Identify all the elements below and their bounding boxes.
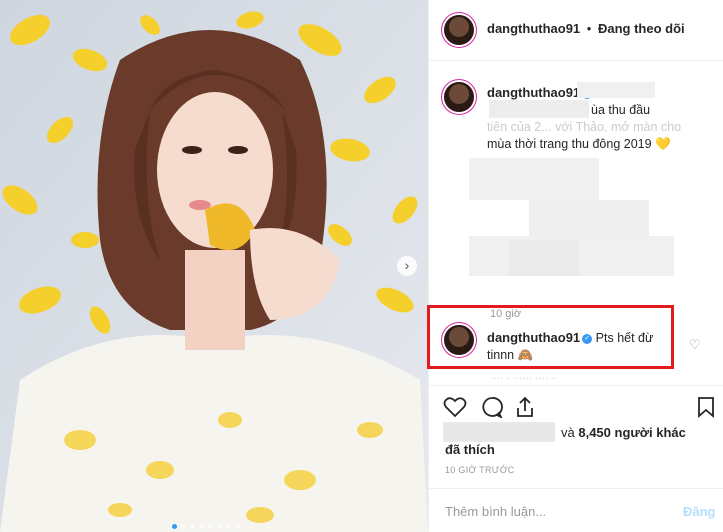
next-image-button[interactable]: › [397,256,417,276]
comment-meta: ···· · ······ ···· ·· [490,373,558,382]
caption-avatar[interactable] [444,82,474,112]
header-separator: • [586,21,592,36]
bookmark-icon[interactable] [697,396,715,418]
caption-text-line3: mùa thời trang thu đông 2019 [487,137,652,151]
likes-count-link[interactable]: 8,450 người khác [578,425,686,440]
carousel-dot [217,524,222,529]
likes-summary: và 8,450 người khác [561,425,686,440]
caption-text-line2: tiên của 2... với Thảo, mở màn cho [487,120,682,134]
avatar[interactable] [444,15,474,45]
caption-username[interactable]: dangthuthao91 [487,85,580,100]
photo-illustration [0,0,428,532]
post-comment-button[interactable]: Đăng [683,504,716,519]
likes-liked: đã thích [445,442,495,457]
post-header: dangthuthao91 • Đang theo dõi [429,0,723,61]
redacted-block [577,82,655,98]
likes-and: và [561,425,575,440]
header-user-line: dangthuthao91 • Đang theo dõi [487,21,685,36]
divider [429,488,723,489]
redacted-block [529,200,649,236]
carousel-dot [208,524,213,529]
carousel-dot [172,524,177,529]
carousel-dot [235,524,240,529]
redacted-block [509,240,579,276]
carousel-dot [226,524,231,529]
follow-status-button[interactable]: Đang theo dõi [598,21,685,36]
carousel-dot [199,524,204,529]
header-username[interactable]: dangthuthao91 [487,21,580,36]
like-comment-heart-icon[interactable]: ♡ [689,337,701,353]
like-heart-icon[interactable] [443,396,467,418]
heart-emoji: 💛 [655,137,671,151]
post-time: 10 GIỜ TRƯỚC [445,465,515,475]
comment-bubble-icon[interactable] [480,396,504,418]
redacted-block [469,158,599,200]
carousel-dot [190,524,195,529]
redacted-likers [443,422,555,442]
highlight-box [427,305,674,369]
carousel-dot [181,524,186,529]
share-icon[interactable] [515,396,535,418]
carousel-dots [172,516,244,532]
divider [429,385,723,386]
post-side-panel: dangthuthao91 • Đang theo dõi dangthutha… [428,0,723,532]
post-photo: › [0,0,428,532]
comment-input[interactable]: Thêm bình luận... [445,504,546,519]
redacted-block [489,100,589,118]
